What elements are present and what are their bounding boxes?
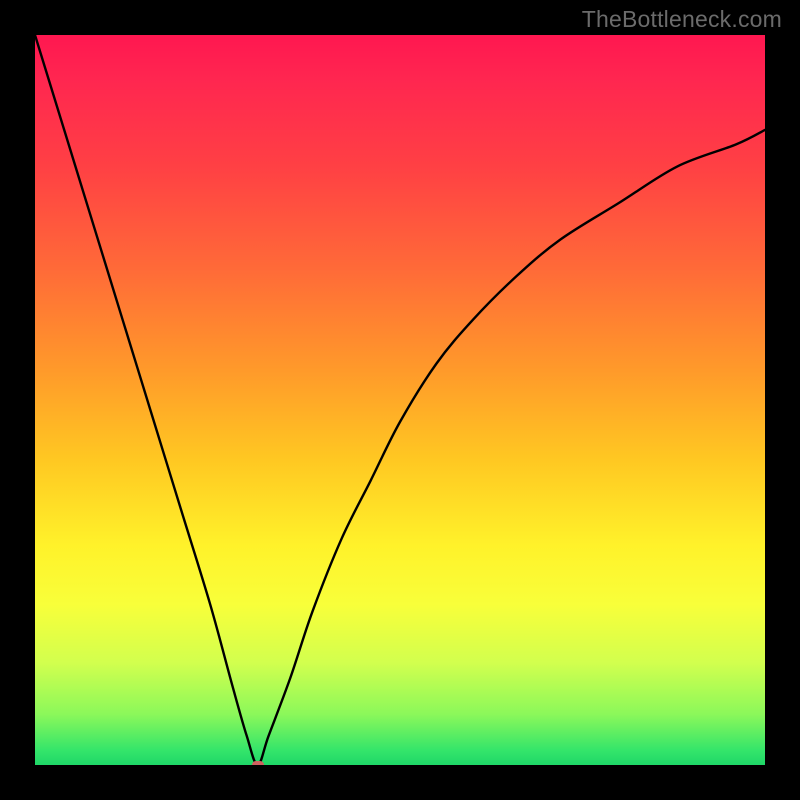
plot-area [35, 35, 765, 765]
chart-frame: TheBottleneck.com [0, 0, 800, 800]
watermark-text: TheBottleneck.com [582, 6, 782, 33]
minimum-marker [252, 761, 264, 765]
bottleneck-curve [35, 35, 765, 765]
